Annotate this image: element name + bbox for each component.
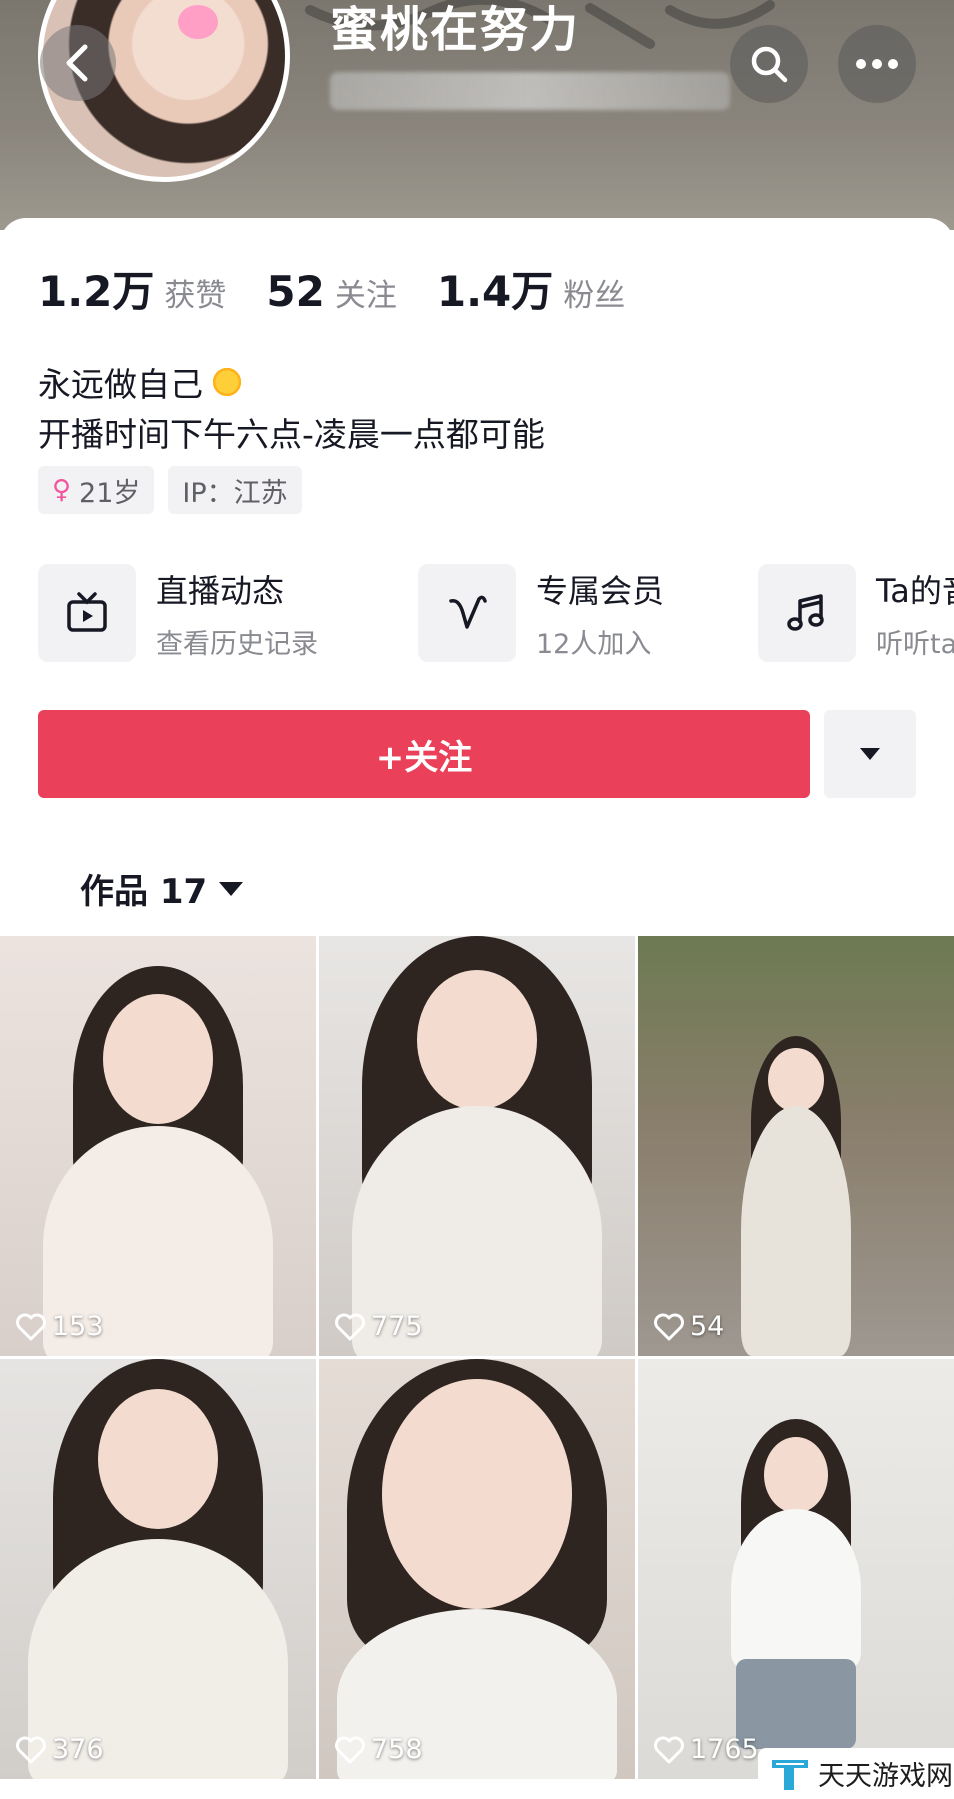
stat-followers-label: 粉丝 bbox=[563, 278, 626, 314]
heart-icon bbox=[654, 1313, 684, 1340]
back-button[interactable] bbox=[40, 25, 116, 101]
ip-tag-text: IP：江苏 bbox=[182, 477, 288, 509]
search-button[interactable] bbox=[730, 25, 808, 103]
feature-membership[interactable]: 专属会员 12人加入 bbox=[418, 564, 664, 662]
video-thumbnail[interactable]: 758 bbox=[319, 1359, 635, 1779]
feature-row: 直播动态 查看历史记录 专属会员 12人加入 Ta的 听听ta bbox=[38, 564, 954, 664]
sun-emoji-icon bbox=[209, 364, 245, 400]
live-tv-icon bbox=[67, 592, 107, 632]
stat-following-value: 52 bbox=[266, 267, 325, 316]
video-likes: 1765 bbox=[654, 1734, 759, 1765]
caret-down-icon bbox=[219, 881, 244, 896]
site-watermark: 天天游戏网 bbox=[758, 1748, 954, 1799]
bio-line-2: 开播时间下午六点-凌晨一点都可能 bbox=[38, 415, 545, 454]
stat-followers[interactable]: 1.4万 粉丝 bbox=[437, 258, 625, 319]
display-name: 蜜桃在努力 bbox=[330, 2, 581, 58]
stat-likes-value: 1.2万 bbox=[38, 267, 155, 316]
profile-tags: ♀ 21岁 IP：江苏 bbox=[38, 466, 316, 514]
heart-icon bbox=[16, 1736, 46, 1763]
heart-icon bbox=[16, 1313, 46, 1340]
tab-works-label: 作品 17 bbox=[80, 872, 208, 912]
video-thumbnail[interactable]: 1765 bbox=[638, 1359, 954, 1779]
female-icon: ♀ bbox=[52, 475, 72, 505]
video-likes-count: 775 bbox=[371, 1311, 423, 1342]
video-likes: 758 bbox=[335, 1734, 423, 1765]
profile-card: 1.2万 获赞 52 关注 1.4万 粉丝 永远做自己 开播时间下午六点-凌晨一… bbox=[0, 218, 954, 938]
age-tag: ♀ 21岁 bbox=[38, 466, 155, 514]
feature-music[interactable]: Ta的音乐 听听ta bbox=[758, 564, 954, 662]
stat-followers-value: 1.4万 bbox=[436, 267, 554, 316]
stats-row: 1.2万 获赞 52 关注 1.4万 粉丝 bbox=[38, 258, 665, 319]
video-likes: 54 bbox=[654, 1311, 724, 1342]
feature-live-history-icon-box bbox=[38, 564, 136, 662]
video-thumbnail[interactable]: 775 bbox=[319, 936, 635, 1356]
watermark-logo-icon bbox=[772, 1759, 808, 1790]
video-likes-count: 153 bbox=[52, 1311, 104, 1342]
video-thumbnail[interactable]: 54 bbox=[638, 936, 954, 1356]
age-tag-text: 21岁 bbox=[79, 477, 141, 509]
follow-button[interactable]: +关注 bbox=[38, 710, 810, 798]
tab-works[interactable]: 作品 17 bbox=[80, 864, 244, 913]
feature-membership-subtitle: 12人加入 bbox=[536, 628, 652, 660]
video-likes-count: 376 bbox=[52, 1734, 104, 1765]
heart-icon bbox=[654, 1736, 684, 1763]
feature-live-history-title: 直播动态 bbox=[156, 571, 285, 610]
feature-music-title: Ta的音乐 bbox=[876, 571, 954, 610]
stat-likes[interactable]: 1.2万 获赞 bbox=[38, 258, 226, 319]
more-icon bbox=[856, 59, 898, 69]
avatar-sticker bbox=[178, 5, 218, 39]
feature-membership-title: 专属会员 bbox=[536, 571, 665, 610]
bio-line-1: 永远做自己 bbox=[38, 358, 245, 406]
more-button[interactable] bbox=[838, 25, 916, 103]
chevron-left-icon bbox=[66, 44, 88, 82]
music-note-icon bbox=[787, 594, 824, 631]
video-likes: 775 bbox=[335, 1311, 423, 1342]
ip-tag: IP：江苏 bbox=[168, 466, 302, 514]
feature-music-subtitle: 听听ta bbox=[876, 628, 954, 660]
search-icon bbox=[751, 46, 788, 83]
member-v-icon bbox=[449, 595, 487, 629]
video-likes-count: 54 bbox=[690, 1311, 725, 1342]
recommend-dropdown-button[interactable] bbox=[824, 710, 916, 798]
video-grid: 153 775 54 376 758 1765 bbox=[0, 936, 954, 1799]
video-thumbnail[interactable]: 376 bbox=[0, 1359, 316, 1779]
video-likes-count: 758 bbox=[371, 1734, 423, 1765]
stat-following[interactable]: 52 关注 bbox=[266, 267, 396, 316]
feature-membership-icon-box bbox=[418, 564, 516, 662]
video-likes: 376 bbox=[16, 1734, 104, 1765]
video-thumbnail[interactable]: 153 bbox=[0, 936, 316, 1356]
heart-icon bbox=[335, 1736, 365, 1763]
feature-live-history[interactable]: 直播动态 查看历史记录 bbox=[38, 564, 318, 662]
triangle-down-icon bbox=[860, 748, 880, 760]
stat-likes-label: 获赞 bbox=[164, 278, 227, 314]
feature-live-history-subtitle: 查看历史记录 bbox=[156, 628, 318, 660]
profile-header: 蜜桃在努力 bbox=[0, 0, 954, 230]
feature-music-icon-box bbox=[758, 564, 856, 662]
watermark-text: 天天游戏网 bbox=[818, 1761, 953, 1792]
video-likes: 153 bbox=[16, 1311, 104, 1342]
stat-following-label: 关注 bbox=[334, 278, 397, 314]
blurred-user-id bbox=[330, 72, 730, 110]
video-likes-count: 1765 bbox=[690, 1734, 759, 1765]
bio-line-1-text: 永远做自己 bbox=[38, 365, 203, 404]
heart-icon bbox=[335, 1313, 365, 1340]
